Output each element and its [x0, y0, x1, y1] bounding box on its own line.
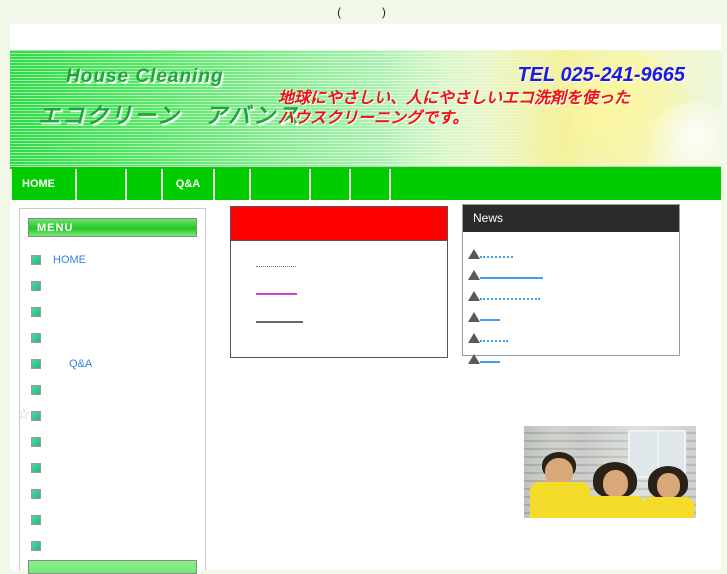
news-list-item[interactable]: [468, 324, 679, 345]
news-link[interactable]: [480, 250, 513, 258]
photo-person-uniform: [642, 497, 694, 518]
sidebar-item-1[interactable]: [20, 273, 205, 299]
site-banner: House Cleaning エコクリーン アバンス TEL 025-241-9…: [10, 24, 721, 167]
sidebar-item-11[interactable]: [20, 533, 205, 559]
nav-item-8[interactable]: [391, 169, 721, 200]
news-list-item[interactable]: [468, 345, 679, 366]
sidebar-item-q-a[interactable]: Q&A: [20, 351, 205, 377]
main-panel-header-bar: [231, 207, 447, 241]
square-bullet-icon: [31, 437, 41, 447]
main-panel-link[interactable]: [256, 257, 296, 267]
nav-item-6[interactable]: [311, 169, 351, 200]
logo-japanese-text: エコクリーン アバンス: [38, 103, 301, 128]
photo-person-head: [657, 473, 680, 498]
sidebar-footer-bar: [28, 560, 197, 574]
news-list-item[interactable]: [468, 261, 679, 282]
triangle-bullet-icon: [468, 291, 480, 301]
square-bullet-icon: [31, 515, 41, 525]
nav-item-q-a[interactable]: Q&A: [163, 169, 215, 200]
photo-person: [584, 462, 646, 518]
news-link[interactable]: [480, 292, 540, 300]
sidebar-item-9[interactable]: [20, 481, 205, 507]
main-panel-link[interactable]: [256, 313, 303, 323]
sidebar-item-5[interactable]: [20, 377, 205, 403]
photo-person-uniform: [586, 496, 644, 518]
news-list-item[interactable]: [468, 303, 679, 324]
square-bullet-icon: [31, 359, 41, 369]
triangle-bullet-icon: [468, 270, 480, 280]
triangle-bullet-icon: [468, 312, 480, 322]
photo-person: [530, 452, 590, 518]
news-list-item[interactable]: [468, 282, 679, 303]
square-bullet-icon: [31, 281, 41, 291]
square-bullet-icon: [31, 489, 41, 499]
nav-item-2[interactable]: [127, 169, 163, 200]
sidebar-item-7[interactable]: [20, 429, 205, 455]
nav-item-1[interactable]: [77, 169, 127, 200]
sidebar-menu-list: HOME Q&A: [20, 247, 205, 559]
banner-top-blank: [10, 24, 721, 50]
sidebar-item-home[interactable]: HOME: [20, 247, 205, 273]
square-bullet-icon: [31, 541, 41, 551]
triangle-bullet-icon: [468, 249, 480, 259]
triangle-bullet-icon: [468, 333, 480, 343]
main-panel-link[interactable]: [256, 285, 297, 295]
sidebar-item-3[interactable]: [20, 325, 205, 351]
triangle-bullet-icon: [468, 354, 480, 364]
main-navigation: HOME Q&A: [10, 167, 721, 200]
star-icon: ☆: [17, 406, 31, 423]
square-bullet-icon: [31, 463, 41, 473]
main-panel-link-list: [231, 241, 447, 323]
nav-item-5[interactable]: [251, 169, 311, 200]
nav-item-4[interactable]: [215, 169, 251, 200]
news-list-item[interactable]: [468, 240, 679, 261]
site-container: House Cleaning エコクリーン アバンス TEL 025-241-9…: [10, 24, 721, 574]
content-area: MENU HOME Q&A ☆ News: [10, 200, 721, 574]
sidebar-item-10[interactable]: [20, 507, 205, 533]
sidebar-menu-header: MENU: [28, 218, 197, 237]
square-bullet-icon: [31, 307, 41, 317]
photo-person-head: [603, 470, 628, 497]
sidebar: MENU HOME Q&A: [19, 208, 206, 574]
nav-item-7[interactable]: [351, 169, 391, 200]
news-list: [463, 232, 679, 366]
square-bullet-icon: [31, 255, 41, 265]
news-link[interactable]: [480, 355, 500, 363]
news-link[interactable]: [480, 334, 508, 342]
banner-catchcopy: 地球にやさしい、人にやさしいエコ洗剤を使った ハウスクリーニングです。: [278, 90, 631, 127]
sidebar-item-8[interactable]: [20, 455, 205, 481]
photo-person-uniform: [530, 482, 590, 518]
page-title: ( ): [0, 0, 727, 24]
nav-item-home[interactable]: HOME: [10, 169, 77, 200]
telephone-number: TEL 025-241-9665: [517, 64, 685, 86]
news-panel: News: [462, 204, 680, 364]
main-content-panel: [230, 206, 448, 358]
news-panel-header: News: [463, 205, 679, 232]
logo-english-text: House Cleaning: [66, 66, 224, 87]
square-bullet-icon: [31, 333, 41, 343]
square-bullet-icon: [31, 385, 41, 395]
news-link[interactable]: [480, 313, 500, 321]
sidebar-item-label: HOME: [53, 254, 86, 266]
sidebar-item-label: Q&A: [69, 358, 93, 370]
photo-person: [640, 466, 696, 518]
staff-photo: [524, 426, 696, 518]
square-bullet-icon: [31, 411, 41, 421]
sidebar-item-2[interactable]: [20, 299, 205, 325]
sidebar-item-6[interactable]: [20, 403, 205, 429]
news-link[interactable]: [480, 271, 543, 279]
